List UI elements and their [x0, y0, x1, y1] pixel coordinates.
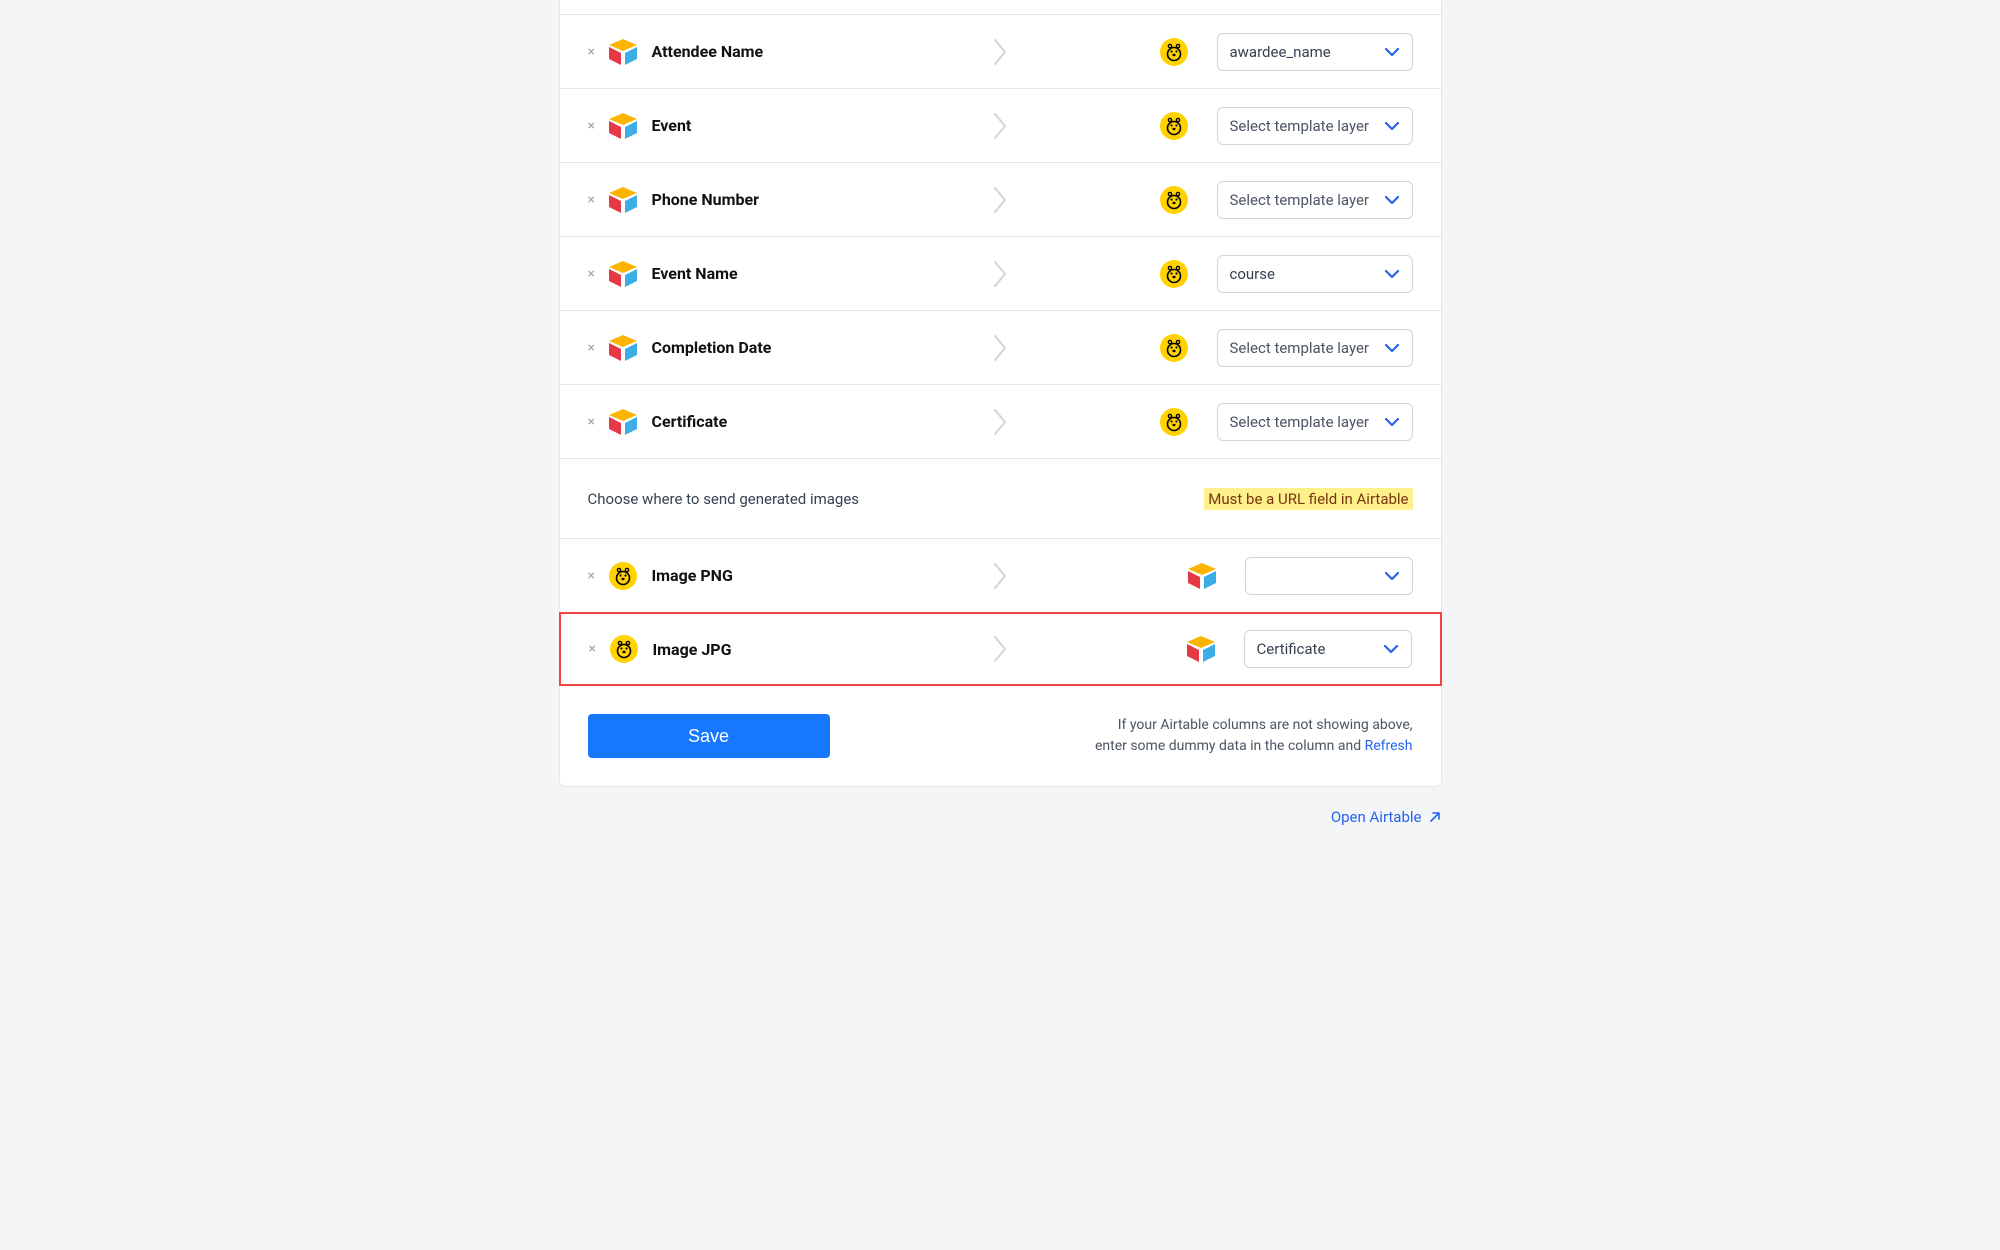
airtable-icon [606, 407, 640, 437]
chevron-down-icon [1383, 642, 1399, 656]
chevron-down-icon [1384, 341, 1400, 355]
airtable-icon [606, 259, 640, 289]
chevron-down-icon [1384, 569, 1400, 583]
close-icon[interactable]: × [588, 118, 606, 134]
field-label: Certificate [652, 412, 728, 431]
field-label: Event [652, 116, 692, 135]
chevron-right-icon [993, 334, 1007, 362]
section-text: Choose where to send generated images [588, 490, 860, 508]
chevron-right-icon [993, 635, 1007, 663]
card-footer: Save If your Airtable columns are not sh… [560, 686, 1441, 786]
footer-help-text: If your Airtable columns are not showing… [1095, 715, 1413, 757]
close-icon[interactable]: × [588, 340, 606, 356]
close-icon[interactable]: × [588, 568, 606, 584]
output-field-select[interactable]: Certificate [1244, 630, 1412, 668]
open-airtable-link[interactable]: Open Airtable [1331, 808, 1442, 826]
mapping-card: × Attendee Name awardee_name × Event Sel… [559, 0, 1442, 787]
template-layer-select[interactable]: Select template layer [1217, 329, 1413, 367]
chevron-right-icon [993, 260, 1007, 288]
chevron-down-icon [1384, 415, 1400, 429]
close-icon[interactable]: × [588, 414, 606, 430]
field-label: Completion Date [652, 338, 772, 357]
bear-icon [1157, 111, 1191, 141]
chevron-down-icon [1384, 267, 1400, 281]
close-icon[interactable]: × [588, 266, 606, 282]
airtable-icon [1184, 634, 1218, 664]
output-row: × Image PNG [560, 539, 1441, 613]
bear-icon [1157, 185, 1191, 215]
chevron-down-icon [1384, 45, 1400, 59]
field-label: Attendee Name [652, 42, 764, 61]
external-link-icon [1428, 810, 1442, 824]
chevron-right-icon [993, 186, 1007, 214]
airtable-icon [1185, 561, 1219, 591]
airtable-icon [606, 185, 640, 215]
chevron-down-icon [1384, 193, 1400, 207]
select-value: Certificate [1257, 640, 1326, 658]
select-placeholder: Select template layer [1230, 191, 1370, 209]
output-row-highlighted: × Image JPG Certificate [559, 612, 1442, 686]
field-row: × Attendee Name awardee_name [560, 15, 1441, 89]
chevron-right-icon [993, 562, 1007, 590]
bear-icon [607, 634, 641, 664]
template-layer-select[interactable]: Select template layer [1217, 403, 1413, 441]
template-layer-select[interactable]: awardee_name [1217, 33, 1413, 71]
select-placeholder: Select template layer [1230, 339, 1370, 357]
output-field-select[interactable] [1245, 557, 1413, 595]
output-label: Image PNG [652, 566, 733, 585]
chevron-right-icon [993, 408, 1007, 436]
airtable-icon [606, 37, 640, 67]
airtable-icon [606, 111, 640, 141]
section-badge: Must be a URL field in Airtable [1204, 488, 1412, 510]
field-row: × Phone Number Select template layer [560, 163, 1441, 237]
bear-icon [1157, 407, 1191, 437]
chevron-right-icon [993, 112, 1007, 140]
bear-icon [1157, 333, 1191, 363]
bear-icon [1157, 37, 1191, 67]
template-layer-select[interactable]: Select template layer [1217, 107, 1413, 145]
template-layer-select[interactable]: Select template layer [1217, 181, 1413, 219]
select-value: awardee_name [1230, 43, 1331, 61]
field-row: × Event Select template layer [560, 89, 1441, 163]
refresh-link[interactable]: Refresh [1365, 738, 1413, 754]
close-icon[interactable]: × [589, 641, 607, 657]
select-placeholder: Select template layer [1230, 413, 1370, 431]
field-label: Phone Number [652, 190, 760, 209]
field-label: Event Name [652, 264, 738, 283]
field-row: × Certificate Select template layer [560, 385, 1441, 459]
close-icon[interactable]: × [588, 44, 606, 60]
close-icon[interactable]: × [588, 192, 606, 208]
bear-icon [1157, 259, 1191, 289]
chevron-right-icon [993, 38, 1007, 66]
bear-icon [606, 561, 640, 591]
field-row: × Event Name course [560, 237, 1441, 311]
save-button[interactable]: Save [588, 714, 830, 758]
output-label: Image JPG [653, 640, 732, 659]
airtable-icon [606, 333, 640, 363]
chevron-down-icon [1384, 119, 1400, 133]
output-section-header: Choose where to send generated images Mu… [560, 459, 1441, 539]
field-row: × Completion Date Select template layer [560, 311, 1441, 385]
template-layer-select[interactable]: course [1217, 255, 1413, 293]
select-value: course [1230, 265, 1275, 283]
select-placeholder: Select template layer [1230, 117, 1370, 135]
field-row-partial [560, 0, 1441, 15]
